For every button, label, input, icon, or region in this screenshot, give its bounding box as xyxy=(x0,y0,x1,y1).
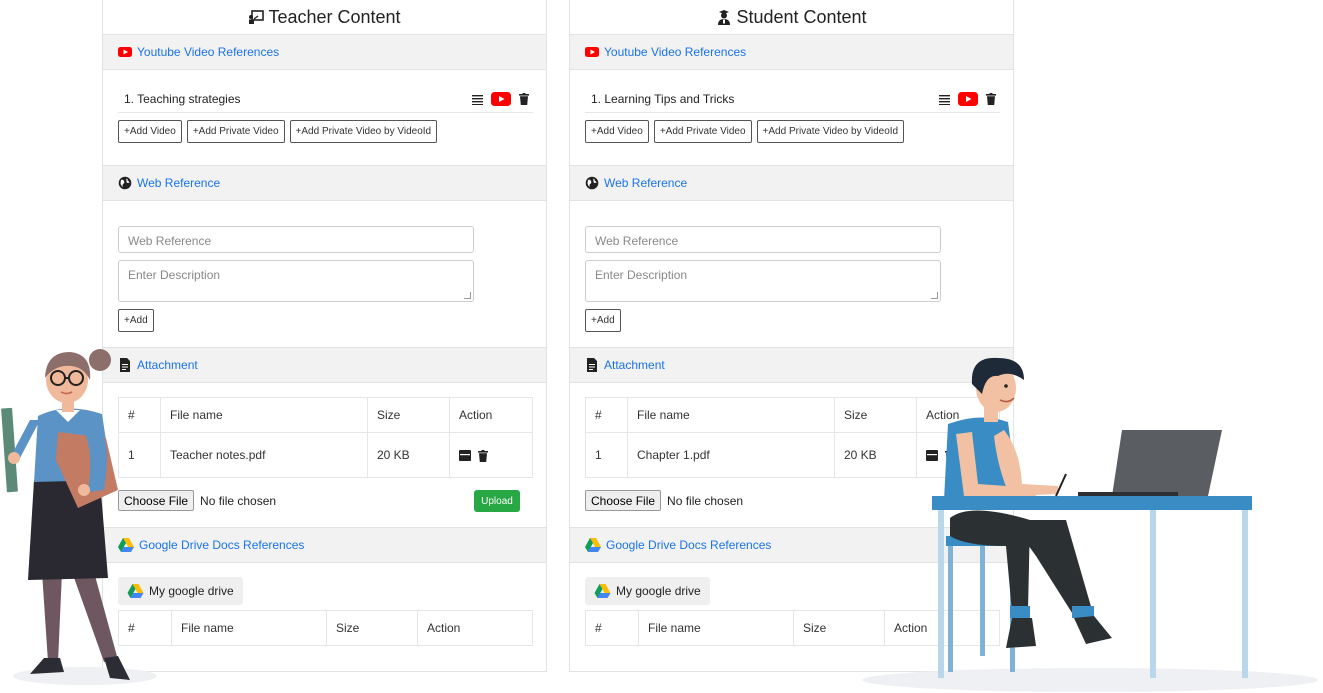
teacher-content-panel: Teacher Content Youtube Video References… xyxy=(102,0,547,672)
column-header: File name xyxy=(171,610,327,646)
youtube-list-item: 1. Teaching strategies xyxy=(118,86,533,113)
trash-icon[interactable] xyxy=(478,449,489,462)
no-file-text: No file chosen xyxy=(667,493,744,508)
youtube-section-header[interactable]: Youtube Video References xyxy=(103,34,546,70)
file-input: Choose File No file chosen xyxy=(585,490,743,511)
youtube-icon xyxy=(118,47,132,57)
my-google-drive-button[interactable]: My google drive xyxy=(585,577,710,605)
youtube-section-header[interactable]: Youtube Video References xyxy=(570,34,1013,70)
column-header: File name xyxy=(638,610,794,646)
no-file-text: No file chosen xyxy=(200,493,277,508)
column-header: File name xyxy=(160,397,368,433)
column-header: # xyxy=(585,610,639,646)
description-textarea[interactable]: Enter Description xyxy=(585,260,941,302)
teacher-illustration xyxy=(1,349,157,685)
add-web-reference-button[interactable]: +Add xyxy=(118,309,154,332)
file-size: 20 KB xyxy=(367,432,450,478)
youtube-list-item: 1. Learning Tips and Tricks xyxy=(585,86,1000,113)
globe-icon xyxy=(585,176,599,190)
youtube-icon xyxy=(585,47,599,57)
teacher-panel-title: Teacher Content xyxy=(103,0,546,34)
add-private-video-by-id-button[interactable]: +Add Private Video by VideoId xyxy=(289,120,438,143)
resize-handle[interactable] xyxy=(931,292,938,299)
file-icon xyxy=(587,358,597,372)
choose-file-button[interactable]: Choose File xyxy=(585,490,662,511)
list-icon[interactable] xyxy=(939,94,950,105)
table-header-row: # File name Size Action xyxy=(118,610,533,646)
column-header: Size xyxy=(326,610,418,646)
row-actions xyxy=(449,432,533,478)
google-drive-icon xyxy=(585,538,601,552)
student-icon xyxy=(718,10,731,25)
table-row: 1 Teacher notes.pdf 20 KB xyxy=(118,432,533,478)
add-private-video-by-id-button[interactable]: +Add Private Video by VideoId xyxy=(756,120,905,143)
column-header: Action xyxy=(449,397,533,433)
attachment-table: # File name Size Action 1 Teacher notes.… xyxy=(118,397,533,478)
column-header: # xyxy=(585,397,628,433)
student-panel-title: Student Content xyxy=(570,0,1013,34)
youtube-play-icon[interactable] xyxy=(958,92,978,106)
student-illustration xyxy=(862,357,1318,692)
google-drive-section-header[interactable]: Google Drive Docs References xyxy=(103,527,546,563)
description-textarea[interactable]: Enter Description xyxy=(118,260,474,302)
web-reference-input[interactable]: Web Reference xyxy=(118,226,474,253)
table-header-row: # File name Size Action xyxy=(118,397,533,433)
trash-icon[interactable] xyxy=(519,93,529,105)
youtube-button-row: +Add Video +Add Private Video +Add Priva… xyxy=(585,120,905,143)
column-header: File name xyxy=(627,397,835,433)
youtube-button-row: +Add Video +Add Private Video +Add Priva… xyxy=(118,120,438,143)
add-private-video-button[interactable]: +Add Private Video xyxy=(186,120,285,143)
add-private-video-button[interactable]: +Add Private Video xyxy=(653,120,752,143)
download-icon[interactable] xyxy=(459,450,471,462)
trash-icon[interactable] xyxy=(986,93,996,105)
row-number: 1 xyxy=(585,432,628,478)
upload-button[interactable]: Upload xyxy=(474,490,520,512)
google-drive-icon xyxy=(594,584,611,598)
add-web-reference-button[interactable]: +Add xyxy=(585,309,621,332)
web-reference-section-header[interactable]: Web Reference xyxy=(103,165,546,201)
youtube-play-icon[interactable] xyxy=(491,92,511,106)
add-video-button[interactable]: +Add Video xyxy=(585,120,649,143)
file-name: Teacher notes.pdf xyxy=(160,432,368,478)
google-drive-table: # File name Size Action xyxy=(118,610,533,646)
resize-handle[interactable] xyxy=(464,292,471,299)
globe-icon xyxy=(118,176,132,190)
web-reference-input[interactable]: Web Reference xyxy=(585,226,941,253)
column-header: Action xyxy=(417,610,533,646)
column-header: Size xyxy=(367,397,450,433)
file-name: Chapter 1.pdf xyxy=(627,432,835,478)
teacher-board-icon xyxy=(249,10,265,24)
web-reference-section-header[interactable]: Web Reference xyxy=(570,165,1013,201)
attachment-section-header[interactable]: Attachment xyxy=(103,347,546,383)
add-video-button[interactable]: +Add Video xyxy=(118,120,182,143)
list-icon[interactable] xyxy=(472,94,483,105)
